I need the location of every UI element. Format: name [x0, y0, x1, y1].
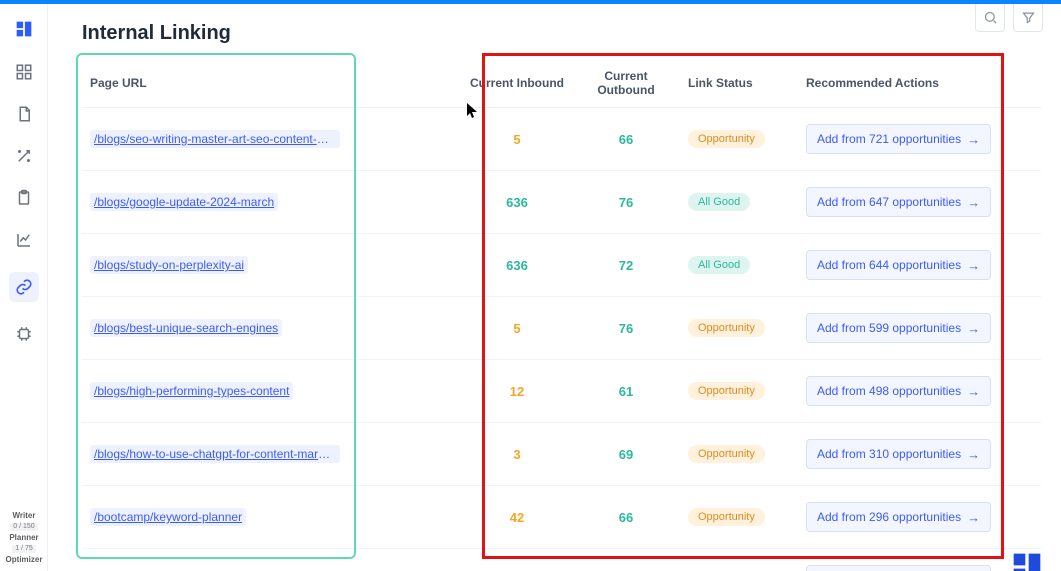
- dashboard-icon[interactable]: [14, 62, 34, 82]
- inbound-count: 42: [510, 510, 524, 525]
- add-opportunities-button[interactable]: Add from 294 opportunities→: [806, 565, 991, 571]
- status-badge: Opportunity: [688, 382, 765, 400]
- status-badge: All Good: [688, 193, 750, 211]
- outbound-count: 72: [619, 258, 633, 273]
- add-opportunities-button[interactable]: Add from 296 opportunities →: [806, 502, 991, 532]
- outbound-count: 66: [619, 132, 633, 147]
- table-row: /bootcamp/keyword-planner 42 66 Opportunity…: [82, 486, 1041, 549]
- add-opportunities-button[interactable]: Add from 310 opportunities →: [806, 439, 991, 469]
- arrow-right-icon: →: [967, 322, 980, 335]
- page-url-link[interactable]: /blogs/seo-writing-master-art-seo-conten…: [90, 130, 340, 148]
- inbound-count: 5: [513, 132, 520, 147]
- magic-wand-icon[interactable]: [14, 146, 34, 166]
- arrow-right-icon: →: [967, 133, 980, 146]
- page-url-link[interactable]: /blogs/how-to-use-chatgpt-for-content-ma…: [90, 445, 340, 463]
- status-badge: All Good: [688, 256, 750, 274]
- add-opportunities-button[interactable]: Add from 498 opportunities →: [806, 376, 991, 406]
- action-button-label: Add from 599 opportunities: [817, 321, 961, 335]
- action-button-label: Add from 721 opportunities: [817, 132, 961, 146]
- chip-icon[interactable]: [14, 324, 34, 344]
- writer-count: 0 / 150: [10, 523, 37, 531]
- outbound-count: 76: [619, 321, 633, 336]
- col-header-inbound[interactable]: Current Inbound: [462, 59, 572, 108]
- arrow-right-icon: →: [967, 196, 980, 209]
- status-badge: Opportunity: [688, 130, 765, 148]
- sidebar-usage-meter: Writer 0 / 150 Planner 1 / 75 Optimizer: [0, 509, 48, 565]
- inbound-count: 5: [513, 321, 520, 336]
- add-opportunities-button[interactable]: Add from 644 opportunities →: [806, 250, 991, 280]
- arrow-right-icon: →: [967, 448, 980, 461]
- footer-logo-icon: [1007, 547, 1047, 571]
- add-opportunities-button[interactable]: Add from 647 opportunities →: [806, 187, 991, 217]
- inbound-count: 636: [506, 195, 528, 210]
- optimizer-label: Optimizer: [6, 555, 43, 564]
- col-header-actions[interactable]: Recommended Actions: [798, 59, 1041, 108]
- sidebar: Writer 0 / 150 Planner 1 / 75 Optimizer: [0, 4, 48, 571]
- filter-button[interactable]: [1013, 4, 1043, 32]
- page-url-link[interactable]: /blogs/high-performing-types-content: [90, 382, 293, 400]
- page-url-link[interactable]: /blogs/study-on-perplexity-ai: [90, 256, 248, 274]
- status-badge: Opportunity: [688, 508, 765, 526]
- outbound-count: 76: [619, 195, 633, 210]
- clipboard-icon[interactable]: [14, 188, 34, 208]
- table-row: /blogs/seo-writing-master-art-seo-conten…: [82, 108, 1041, 171]
- col-header-status[interactable]: Link Status: [680, 59, 798, 108]
- document-icon[interactable]: [14, 104, 34, 124]
- action-button-label: Add from 310 opportunities: [817, 447, 961, 461]
- status-badge: Opportunity: [688, 445, 765, 463]
- table-row: /blogs/high-performing-types-content 12 61…: [82, 360, 1041, 423]
- search-icon: [983, 10, 998, 25]
- outbound-count: 69: [619, 447, 633, 462]
- app-logo-icon: [13, 18, 35, 40]
- inbound-count: 12: [510, 384, 524, 399]
- col-header-url[interactable]: Page URL: [82, 59, 462, 108]
- inbound-count: 3: [513, 447, 520, 462]
- planner-count: 1 / 75: [12, 545, 36, 553]
- outbound-count: 66: [619, 510, 633, 525]
- status-badge: Opportunity: [688, 319, 765, 337]
- link-icon[interactable]: [9, 272, 39, 302]
- table-row: /blogs/how-to-use-chatgpt-for-content-ma…: [82, 423, 1041, 486]
- search-button[interactable]: [975, 4, 1005, 32]
- table-row: /blogs/google-update-2024-march 636 76 All …: [82, 171, 1041, 234]
- page-url-link[interactable]: /blogs/google-update-2024-march: [90, 193, 278, 211]
- arrow-right-icon: →: [967, 385, 980, 398]
- page-url-link[interactable]: /blogs/best-unique-search-engines: [90, 319, 282, 337]
- table-row: /blogs/best-unique-search-engines 5 76 Oppo…: [82, 297, 1041, 360]
- col-header-outbound[interactable]: Current Outbound: [572, 59, 680, 108]
- add-opportunities-button[interactable]: Add from 599 opportunities →: [806, 313, 991, 343]
- writer-label: Writer: [13, 511, 36, 520]
- arrow-right-icon: →: [967, 511, 980, 524]
- table-row: /features/ai-writing761OpportunityAdd fr…: [82, 549, 1041, 571]
- action-button-label: Add from 647 opportunities: [817, 195, 961, 209]
- action-button-label: Add from 644 opportunities: [817, 258, 961, 272]
- outbound-count: 61: [619, 384, 633, 399]
- page-title: Internal Linking: [82, 22, 1041, 45]
- table-row: /blogs/study-on-perplexity-ai 636 72 All Go…: [82, 234, 1041, 297]
- action-button-label: Add from 296 opportunities: [817, 510, 961, 524]
- chart-line-icon[interactable]: [14, 230, 34, 250]
- filter-icon: [1021, 10, 1036, 25]
- page-url-link[interactable]: /bootcamp/keyword-planner: [90, 508, 246, 526]
- arrow-right-icon: →: [967, 259, 980, 272]
- inbound-count: 636: [506, 258, 528, 273]
- action-button-label: Add from 498 opportunities: [817, 384, 961, 398]
- links-table: Page URL Current Inbound Current Outboun…: [82, 59, 1041, 571]
- planner-label: Planner: [9, 533, 38, 542]
- add-opportunities-button[interactable]: Add from 721 opportunities →: [806, 124, 991, 154]
